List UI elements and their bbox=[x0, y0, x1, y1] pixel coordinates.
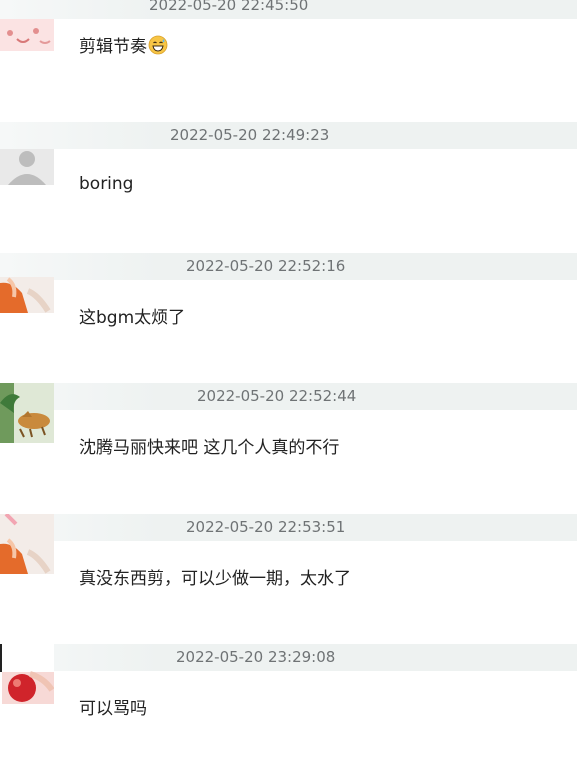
comment-item: 2022-05-20 23:29:08 可以骂吗 bbox=[0, 644, 577, 774]
comment-timestamp: 2022-05-20 22:52:16 bbox=[186, 257, 346, 275]
comment-text: 剪辑节奏 bbox=[79, 32, 168, 60]
comment-text: boring bbox=[79, 174, 134, 194]
comment-body: 剪辑节奏 bbox=[79, 37, 147, 57]
comment-text: 可以骂吗 bbox=[79, 699, 147, 719]
user-avatar[interactable] bbox=[0, 644, 54, 704]
comment-text: 这bgm太烦了 bbox=[79, 308, 186, 328]
comment-timestamp: 2022-05-20 22:52:44 bbox=[197, 387, 357, 405]
comment-timestamp: 2022-05-20 22:45:50 bbox=[149, 0, 309, 14]
grinning-sweat-emoji-icon bbox=[148, 35, 168, 60]
user-avatar[interactable] bbox=[0, 277, 54, 313]
comment-item: 2022-05-20 22:49:23 boring bbox=[0, 122, 577, 252]
comment-item: 2022-05-20 22:52:16 这bgm太烦了 bbox=[0, 253, 577, 383]
user-avatar[interactable] bbox=[0, 383, 54, 443]
user-avatar[interactable] bbox=[0, 19, 54, 51]
comment-timestamp: 2022-05-20 22:49:23 bbox=[170, 126, 330, 144]
comment-item: 2022-05-20 22:53:51 真没东西剪，可以少做一期，太水了 bbox=[0, 514, 577, 644]
user-avatar[interactable] bbox=[0, 514, 54, 574]
comment-item: 2022-05-20 22:45:50 剪辑节奏 bbox=[0, 0, 577, 122]
comment-text: 沈腾马丽快来吧 这几个人真的不行 bbox=[79, 438, 340, 458]
comment-timestamp: 2022-05-20 23:29:08 bbox=[176, 648, 336, 666]
user-avatar[interactable] bbox=[0, 149, 54, 185]
comment-timestamp: 2022-05-20 22:53:51 bbox=[186, 518, 346, 536]
comment-item: 2022-05-20 22:52:44 沈腾马丽快来吧 这几个人真的不行 bbox=[0, 383, 577, 513]
comment-text: 真没东西剪，可以少做一期，太水了 bbox=[79, 569, 351, 589]
